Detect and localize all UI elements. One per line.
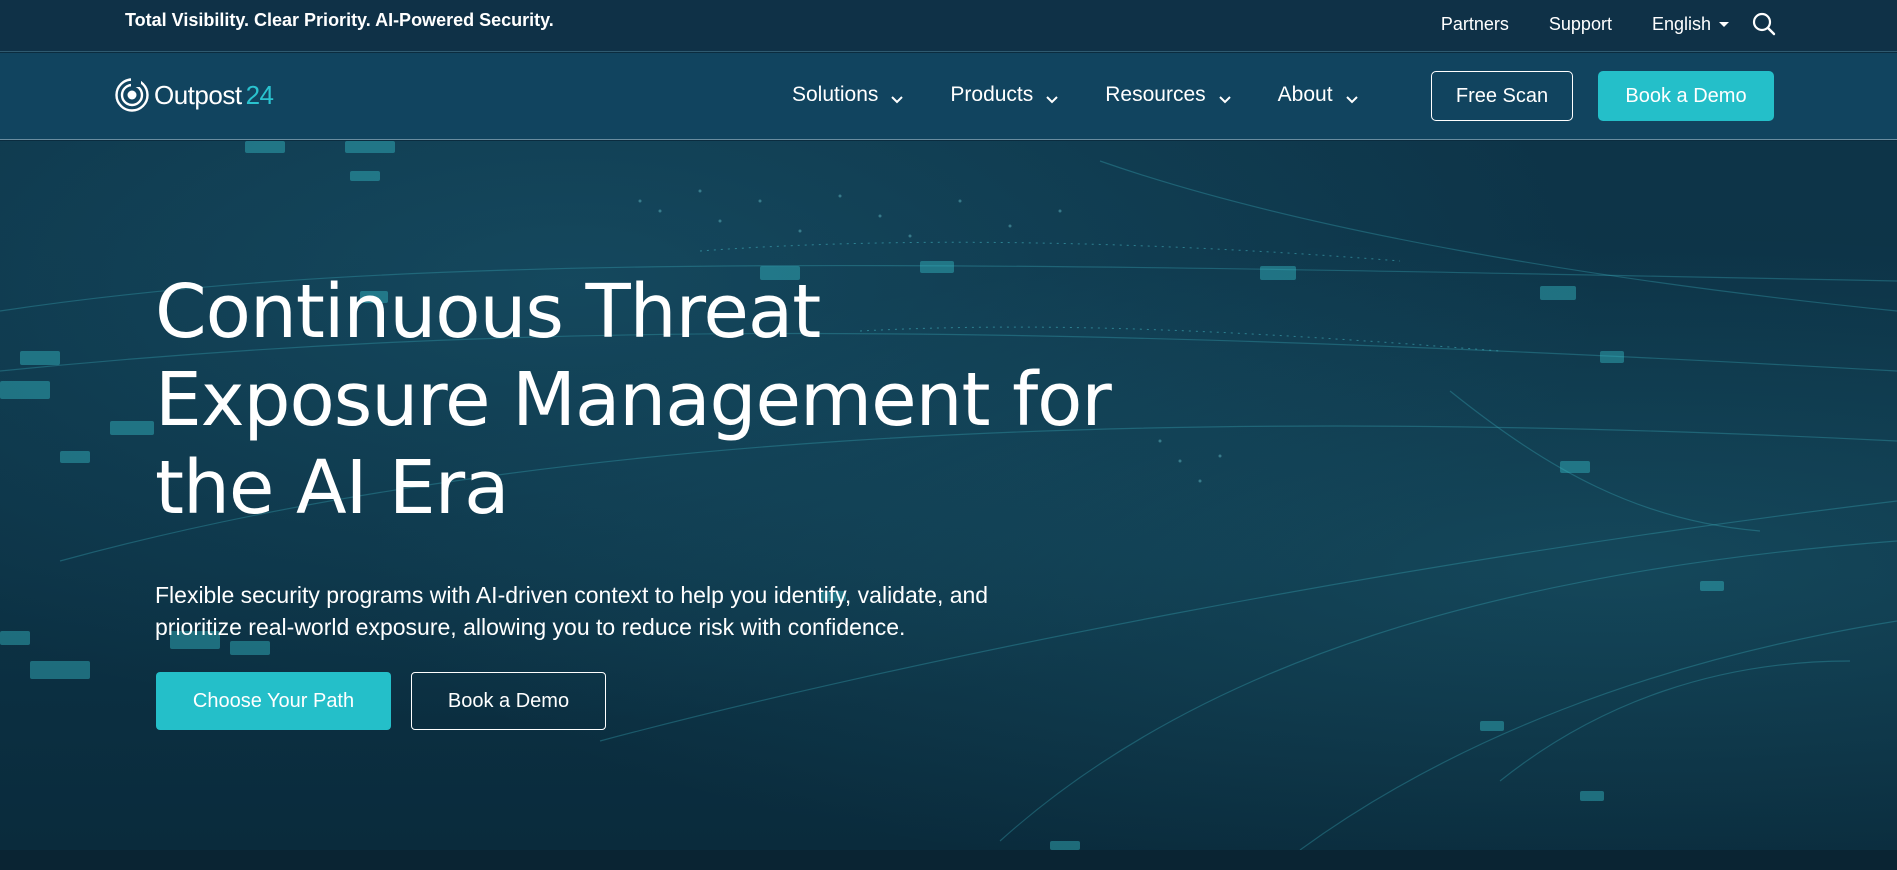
caret-down-icon <box>1719 21 1729 27</box>
utility-nav: Partners Support English <box>1441 11 1777 37</box>
partners-link[interactable]: Partners <box>1441 14 1509 35</box>
nav-about-label: About <box>1277 83 1333 106</box>
hero-subtitle-line: prioritize real-world exposure, allowing… <box>155 614 906 640</box>
nav-solutions[interactable]: Solutions <box>792 83 904 107</box>
language-label: English <box>1651 13 1711 34</box>
hero-title-line: Continuous Threat <box>155 269 821 355</box>
logo-text-accent: 24 <box>245 79 274 110</box>
site-logo[interactable]: Outpost 24 <box>114 77 274 113</box>
nav-resources[interactable]: Resources <box>1105 83 1231 107</box>
support-link[interactable]: Support <box>1549 14 1612 35</box>
main-navbar: Outpost 24 Solutions Products Resources A… <box>0 53 1897 140</box>
nav-resources-label: Resources <box>1105 83 1206 106</box>
search-icon[interactable] <box>1751 11 1777 37</box>
section-divider <box>0 850 1897 870</box>
chevron-down-icon <box>1345 88 1359 104</box>
nav-products-label: Products <box>950 83 1034 106</box>
hero-title-line: Exposure Management for <box>155 357 1112 443</box>
free-scan-button[interactable]: Free Scan <box>1431 71 1573 121</box>
hero-title-line: the AI Era <box>155 445 509 531</box>
tagline: Total Visibility. Clear Priority. AI-Pow… <box>125 10 554 30</box>
utility-bar: Total Visibility. Clear Priority. AI-Pow… <box>0 0 1897 52</box>
nav-about[interactable]: About <box>1278 83 1359 107</box>
book-demo-nav-button[interactable]: Book a Demo <box>1598 71 1774 121</box>
choose-your-path-button[interactable]: Choose Your Path <box>156 672 391 730</box>
nav-solutions-label: Solutions <box>792 83 879 106</box>
nav-products[interactable]: Products <box>950 83 1059 107</box>
chevron-down-icon <box>1045 88 1059 104</box>
chevron-down-icon <box>890 88 904 104</box>
book-demo-hero-button[interactable]: Book a Demo <box>411 672 606 730</box>
language-selector[interactable]: English <box>1652 14 1729 35</box>
primary-nav: Solutions Products Resources About <box>792 83 1359 107</box>
hero-section: Continuous Threat Exposure Management fo… <box>0 141 1897 850</box>
outpost24-logo-icon <box>114 77 150 113</box>
hero-title: Continuous Threat Exposure Management fo… <box>155 268 1115 532</box>
chevron-down-icon <box>1218 88 1232 104</box>
hero-subtitle-line: Flexible security programs with AI-drive… <box>155 582 989 608</box>
hero-subtitle: Flexible security programs with AI-drive… <box>155 579 1055 643</box>
logo-text: Outpost <box>154 79 242 110</box>
